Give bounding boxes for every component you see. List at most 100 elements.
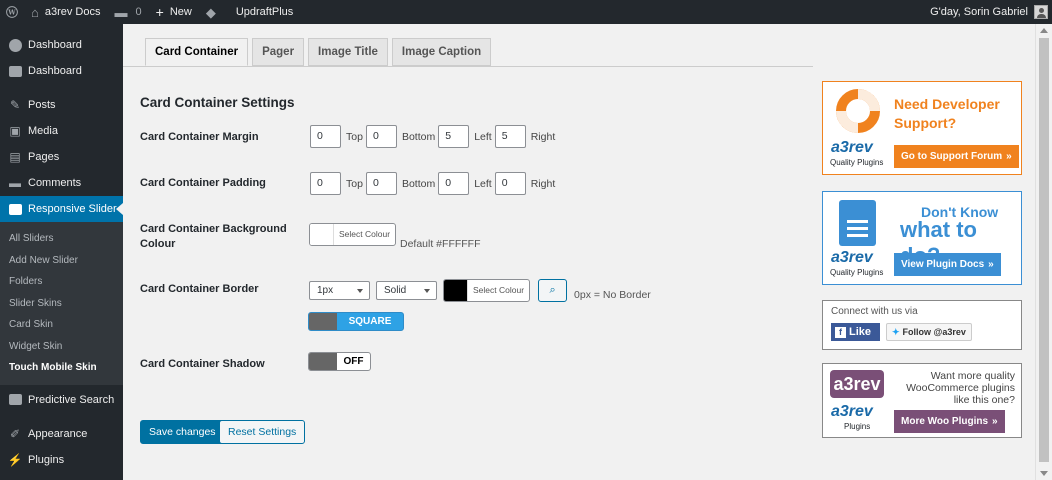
comment-icon: ▬ bbox=[9, 176, 21, 190]
tab-image-caption[interactable]: Image Caption bbox=[391, 38, 492, 66]
more-woo-plugins-label: More Woo Plugins bbox=[901, 416, 989, 427]
support-forum-label: Go to Support Forum bbox=[901, 151, 1003, 162]
docs-promo-box: a3rev Quality Plugins Don't Know what to… bbox=[822, 191, 1022, 285]
border-style-select[interactable]: Solid bbox=[376, 281, 437, 300]
reset-settings-button[interactable]: Reset Settings bbox=[219, 420, 306, 444]
wordpress-logo-icon[interactable]: W bbox=[0, 0, 24, 24]
submenu: All Sliders Add New Slider Folders Slide… bbox=[0, 222, 123, 385]
menu-item-plugins[interactable]: ⚡ Plugins bbox=[0, 447, 123, 473]
border-label: Card Container Border bbox=[140, 283, 259, 295]
menu-item-label: Appearance bbox=[28, 427, 88, 440]
connect-text: Connect with us via bbox=[831, 306, 918, 317]
media-icon: ▣ bbox=[9, 124, 21, 138]
view-plugin-docs-button[interactable]: View Plugin Docs» bbox=[894, 253, 1001, 276]
padding-left-input[interactable]: 0 bbox=[438, 172, 470, 195]
toggle-label: SQUARE bbox=[348, 316, 392, 327]
margin-fields: 0 Top 0 Bottom 5 Left 5 Right bbox=[310, 125, 558, 148]
social-box: Connect with us via f Like ✦ Follow @a3rev bbox=[822, 300, 1022, 350]
submenu-item-all-sliders[interactable]: All Sliders bbox=[0, 228, 123, 250]
eyedropper-button[interactable]: ⌕ bbox=[538, 279, 568, 302]
woo-logo: a3rev bbox=[830, 370, 884, 398]
a3rev-logo-sub: Plugins bbox=[844, 422, 871, 431]
new-content-link[interactable]: + New bbox=[149, 0, 199, 24]
double-chevron-right-icon: » bbox=[992, 416, 998, 427]
margin-left-input[interactable]: 5 bbox=[438, 125, 470, 148]
menu-item-pages[interactable]: ▤ Pages bbox=[0, 144, 123, 170]
tab-card-container[interactable]: Card Container bbox=[145, 38, 249, 66]
margin-right-input[interactable]: 5 bbox=[494, 125, 526, 148]
margin-bottom-input[interactable]: 0 bbox=[365, 125, 397, 148]
background-default-text: Default #FFFFFF bbox=[400, 238, 481, 250]
submenu-item-add-new-slider[interactable]: Add New Slider bbox=[0, 250, 123, 272]
scroll-down-arrow-icon[interactable] bbox=[1040, 471, 1048, 476]
comment-icon: ▬ bbox=[114, 4, 128, 20]
menu-item-label: Dashboard bbox=[28, 39, 82, 51]
home-icon: ⌂ bbox=[31, 4, 39, 20]
page-title: Card Container Settings bbox=[140, 95, 295, 110]
brush-icon: ✐ bbox=[9, 426, 21, 441]
twitter-follow-button[interactable]: ✦ Follow @a3rev bbox=[886, 323, 972, 341]
menu-item-appearance[interactable]: ✐ Appearance bbox=[0, 421, 123, 447]
margin-top-input[interactable]: 0 bbox=[310, 125, 341, 148]
view-plugin-docs-label: View Plugin Docs bbox=[901, 259, 985, 270]
comments-link[interactable]: ▬ 0 bbox=[108, 0, 149, 24]
padding-bottom-input[interactable]: 0 bbox=[365, 172, 397, 195]
submenu-item-card-skin[interactable]: Card Skin bbox=[0, 314, 123, 336]
padding-top-input[interactable]: 0 bbox=[310, 172, 341, 195]
account-menu[interactable]: G'day, Sorin Gabriel bbox=[923, 0, 1052, 24]
menu-item-comments[interactable]: ▬ Comments bbox=[0, 170, 123, 196]
a3rev-logo: a3rev bbox=[831, 249, 873, 266]
page-scrollbar[interactable] bbox=[1035, 24, 1052, 480]
submenu-item-touch-mobile-skin[interactable]: Touch Mobile Skin bbox=[0, 357, 123, 379]
a3rev-logo: a3rev bbox=[831, 139, 873, 156]
padding-label: Card Container Padding bbox=[140, 177, 266, 189]
tab-pager[interactable]: Pager bbox=[252, 38, 305, 66]
support-forum-button[interactable]: Go to Support Forum» bbox=[894, 145, 1019, 168]
a3rev-logo: a3rev bbox=[831, 403, 873, 420]
menu-item-posts[interactable]: ✎ Posts bbox=[0, 92, 123, 118]
a3rev-logo-sub: Quality Plugins bbox=[830, 158, 884, 167]
menu-item-media[interactable]: ▣ Media bbox=[0, 118, 123, 144]
scroll-up-arrow-icon[interactable] bbox=[1040, 28, 1048, 33]
menu-item-predictive-search[interactable]: Predictive Search bbox=[0, 387, 123, 413]
menu-item-responsive-slider[interactable]: Responsive Slider bbox=[0, 196, 123, 222]
toggle-label: OFF bbox=[343, 356, 364, 367]
save-changes-button[interactable]: Save changes bbox=[140, 420, 225, 444]
a3-icon bbox=[8, 393, 22, 407]
more-woo-plugins-button[interactable]: More Woo Plugins» bbox=[894, 410, 1005, 433]
menu-item-label: Predictive Search bbox=[28, 393, 115, 406]
border-corner-toggle[interactable]: SQUARE bbox=[308, 312, 404, 331]
updraft-icon: ◆ bbox=[205, 4, 216, 20]
gauge-icon bbox=[8, 38, 22, 52]
bottom-label: Bottom bbox=[401, 177, 436, 190]
menu-item-a3-dashboard[interactable]: Dashboard bbox=[0, 58, 123, 84]
greeting: G'day, Sorin Gabriel bbox=[930, 6, 1028, 18]
comments-count: 0 bbox=[135, 6, 142, 18]
site-name-link[interactable]: ⌂ a3rev Docs bbox=[24, 0, 108, 24]
submenu-item-widget-skin[interactable]: Widget Skin bbox=[0, 336, 123, 358]
shadow-toggle[interactable]: OFF bbox=[308, 352, 371, 371]
margin-label: Card Container Margin bbox=[140, 131, 259, 143]
submenu-item-folders[interactable]: Folders bbox=[0, 271, 123, 293]
menu-item-label: Responsive Slider bbox=[28, 203, 117, 215]
updraft-label: UpdraftPlus bbox=[235, 6, 294, 18]
menu-item-dashboard[interactable]: Dashboard bbox=[0, 32, 123, 58]
shadow-label: Card Container Shadow bbox=[140, 358, 265, 370]
tab-image-title[interactable]: Image Title bbox=[308, 38, 388, 66]
border-width-select[interactable]: 1px bbox=[309, 281, 370, 300]
toggle-knob bbox=[309, 313, 337, 330]
background-colour-picker[interactable]: Select Colour bbox=[309, 223, 397, 246]
facebook-like-button[interactable]: f Like bbox=[831, 323, 880, 341]
padding-right-input[interactable]: 0 bbox=[494, 172, 526, 195]
left-label: Left bbox=[474, 130, 492, 143]
top-label: Top bbox=[346, 177, 363, 190]
scroll-thumb[interactable] bbox=[1039, 38, 1049, 462]
submenu-item-slider-skins[interactable]: Slider Skins bbox=[0, 293, 123, 315]
select-colour-label: Select Colour bbox=[473, 285, 525, 295]
plug-icon: ⚡ bbox=[7, 452, 23, 467]
border-fields: 1px Solid Select Colour ⌕ 0px = No Borde… bbox=[309, 279, 651, 302]
border-colour-picker[interactable]: Select Colour bbox=[443, 279, 531, 302]
settings-tabs: Card Container Pager Image Title Image C… bbox=[145, 38, 495, 66]
updraft-link[interactable]: ◆ UpdraftPlus bbox=[199, 0, 300, 24]
border-colour-swatch bbox=[444, 280, 468, 301]
